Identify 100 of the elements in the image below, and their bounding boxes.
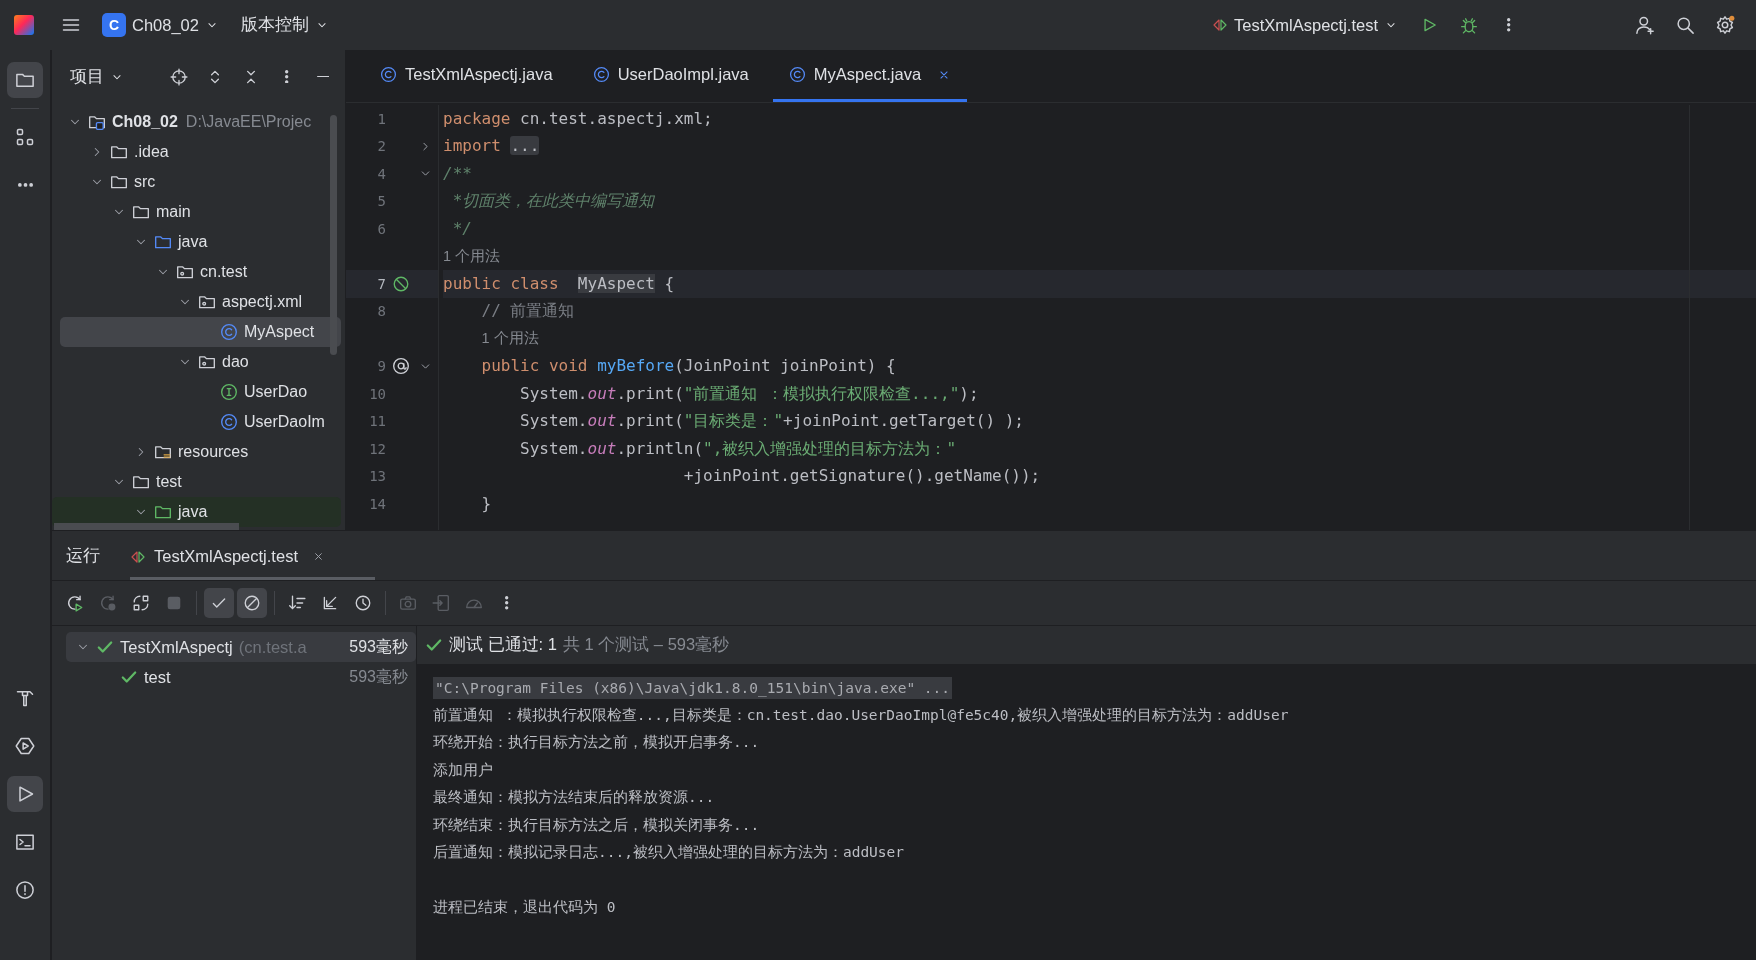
ignore-icon xyxy=(243,594,261,612)
rerun-icon xyxy=(66,594,84,612)
project-tool-button[interactable] xyxy=(7,62,43,98)
line-number: 14 xyxy=(368,495,386,512)
code-line: */ xyxy=(451,217,472,240)
line-number: 9 xyxy=(376,358,386,375)
arrow-icon xyxy=(321,594,339,612)
code-line: System.out.print("前置通知 ：模拟执行权限检查...,"); xyxy=(519,382,979,405)
line-number: 10 xyxy=(368,385,386,402)
package-icon xyxy=(198,293,216,311)
code-line: System.out.print("目标类是："+joinPoint.getTarget() ); xyxy=(519,410,1024,433)
line-number: 13 xyxy=(368,468,386,485)
folder-icon xyxy=(110,143,128,161)
code-line: System.out.println(",被织入增强处理的目标方法为：" xyxy=(519,437,956,460)
tree-item[interactable]: MyAspect xyxy=(60,317,341,347)
tree-item[interactable]: dao xyxy=(52,347,341,377)
folder-icon xyxy=(132,203,150,221)
code-line: // 前置通知 xyxy=(480,300,575,323)
console-line: 后置通知：模拟记录日志...,被织入增强处理的目标方法为：addUser xyxy=(433,843,905,863)
console-line: 进程已结束，退出代码为 0 xyxy=(433,898,616,918)
test-tree-item[interactable]: test 593毫秒 xyxy=(66,662,416,692)
exclamation-icon xyxy=(15,880,35,900)
tree-item[interactable]: cn.test xyxy=(52,257,341,287)
more-icon xyxy=(505,596,509,610)
class-icon xyxy=(788,66,806,83)
bug-icon xyxy=(1460,16,1478,34)
panel-title: 运行 xyxy=(66,545,100,567)
add-user-icon xyxy=(1635,15,1655,35)
camera-icon xyxy=(399,594,417,612)
resources-folder-icon xyxy=(154,443,172,461)
code-line: } xyxy=(480,492,492,515)
test-summary: 测试 已通过: 1 xyxy=(449,634,557,655)
structure-icon xyxy=(15,127,35,147)
usage-hint[interactable]: 1 个用法 xyxy=(443,246,501,266)
code-line: *切面类，在此类中编写通知 xyxy=(451,190,655,213)
show-ignored-toggle[interactable] xyxy=(237,588,267,618)
tree-item[interactable]: java xyxy=(52,227,341,257)
run-config-icon xyxy=(1212,17,1229,33)
line-number: 8 xyxy=(376,303,386,320)
services-icon xyxy=(15,736,35,756)
console-line: 环绕结束：执行目标方法之后，模拟关闭事务... xyxy=(433,815,760,835)
tree-item[interactable]: UserDaoIm xyxy=(52,407,341,437)
line-number: 1 xyxy=(376,110,386,127)
line-number: 11 xyxy=(368,413,386,430)
tree-item[interactable]: .idea xyxy=(52,137,341,167)
package-icon xyxy=(176,263,194,281)
line-number: 6 xyxy=(376,220,386,237)
folder-icon xyxy=(132,473,150,491)
tree-item[interactable]: aspectj.xml xyxy=(52,287,341,317)
code-line: public class MyAspect { xyxy=(443,272,675,295)
more-icon xyxy=(17,183,33,187)
implemented-marker-icon xyxy=(392,274,410,293)
more-icon xyxy=(1507,18,1511,32)
code-line: package cn.test.aspectj.xml; xyxy=(443,107,713,130)
toggle-auto-icon xyxy=(132,594,150,612)
source-folder-icon xyxy=(154,233,172,251)
scrollbar[interactable] xyxy=(54,523,239,530)
usage-hint[interactable]: 1 个用法 xyxy=(481,329,539,349)
project-folder-icon xyxy=(88,113,106,131)
console-line: 添加用户 xyxy=(433,760,493,780)
tree-item[interactable]: main xyxy=(52,197,341,227)
test-tree-item[interactable]: TestXmlAspectj (cn.test.a 593毫秒 xyxy=(66,632,416,662)
editor-tab[interactable]: TestXmlAspectj.java xyxy=(364,50,569,102)
more-icon xyxy=(285,69,289,84)
editor-tab[interactable]: UserDaoImpl.java xyxy=(576,50,765,102)
vcs-dropdown[interactable]: 版本控制 xyxy=(233,8,337,42)
line-number: 5 xyxy=(376,193,386,210)
tree-item[interactable]: src xyxy=(52,167,341,197)
clock-icon xyxy=(354,594,372,612)
run-tab[interactable]: TestXmlAspectj.test xyxy=(130,536,375,580)
terminal-icon xyxy=(15,832,35,852)
test-folder-icon xyxy=(154,503,172,521)
console-line: 前置通知 ：模拟执行权限检查...,目标类是：cn.test.dao.UserDaoImpl@fe5c40,被织入增强处理的目标方法为：addUser xyxy=(433,705,1289,725)
show-passed-toggle[interactable] xyxy=(204,588,234,618)
line-number: 12 xyxy=(368,440,386,457)
run-config-dropdown[interactable]: TestXmlAspectj.test xyxy=(1204,9,1406,41)
class-icon xyxy=(380,66,397,83)
tree-item[interactable]: UserDao xyxy=(52,377,341,407)
tree-item[interactable]: test xyxy=(52,467,341,497)
hammer-icon xyxy=(15,688,35,708)
code-line: import ... xyxy=(443,135,540,158)
tree-item[interactable]: Ch08_02 D:\JavaEE\Projec xyxy=(52,107,341,137)
interface-icon xyxy=(220,383,238,401)
test-summary-detail: 共 1 个测试 – 593毫秒 xyxy=(562,634,730,655)
stop-icon xyxy=(165,594,183,612)
tree-item[interactable]: java xyxy=(52,497,341,527)
scrollbar[interactable] xyxy=(330,115,337,355)
sort-icon xyxy=(288,594,306,612)
line-number: 2 xyxy=(376,138,386,155)
class-icon xyxy=(592,66,610,83)
crosshair-icon xyxy=(170,67,188,86)
project-view-dropdown[interactable]: 项目 xyxy=(66,61,128,92)
minimize-icon xyxy=(316,75,330,78)
project-dropdown[interactable]: C Ch08_02 xyxy=(94,7,227,43)
tree-item[interactable]: resources xyxy=(52,437,341,467)
run-tool-button[interactable] xyxy=(7,776,43,812)
code-line: public void myBefore(JoinPoint joinPoint) { xyxy=(480,355,896,378)
console-line: 最终通知：模拟方法结束后的释放资源... xyxy=(433,788,715,808)
editor-tab[interactable]: MyAspect.java xyxy=(772,50,968,102)
rerun-icon xyxy=(99,594,117,612)
